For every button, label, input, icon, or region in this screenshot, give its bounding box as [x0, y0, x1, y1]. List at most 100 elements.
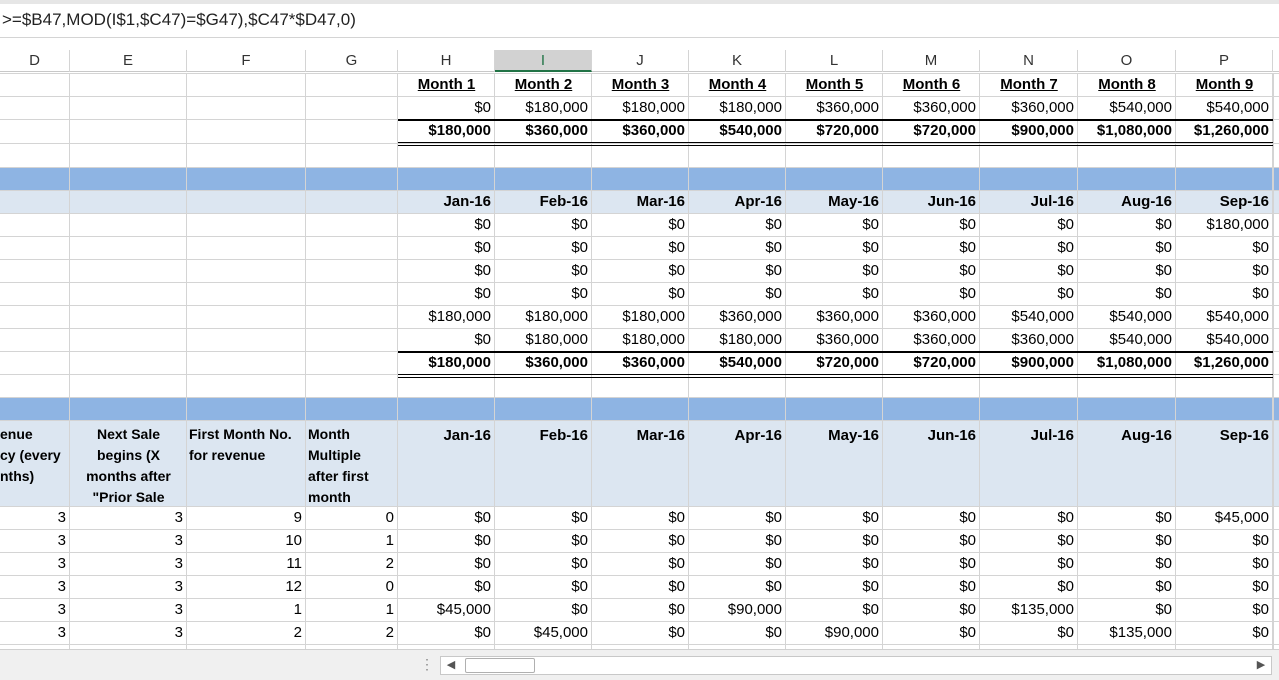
table-cell[interactable]: $0 — [592, 621, 689, 644]
table-cell[interactable]: $0 — [786, 506, 883, 529]
table-cell[interactable]: $180,000 — [495, 96, 592, 119]
table-cell[interactable]: $0 — [1176, 621, 1273, 644]
scrollbar-thumb[interactable] — [465, 658, 535, 673]
date-header[interactable]: Feb-16 — [495, 424, 592, 447]
param-cell-e[interactable]: 3 — [70, 598, 187, 621]
table-cell[interactable]: $0 — [980, 506, 1078, 529]
table-cell[interactable]: $45,000 — [398, 598, 495, 621]
table-cell[interactable]: $0 — [592, 552, 689, 575]
table-cell[interactable]: $0 — [980, 213, 1078, 236]
total-cell[interactable]: $1,260,000 — [1176, 351, 1273, 374]
table-cell[interactable]: $0 — [689, 506, 786, 529]
table-cell[interactable]: $360,000 — [786, 96, 883, 119]
param-cell-g[interactable]: 2 — [306, 621, 398, 644]
horizontal-scrollbar[interactable]: ◀ ▶ — [440, 656, 1272, 675]
date-header[interactable]: Mar-16 — [592, 424, 689, 447]
table-cell[interactable]: $180,000 — [689, 96, 786, 119]
table-cell[interactable]: $0 — [592, 529, 689, 552]
table-cell[interactable]: $0 — [980, 552, 1078, 575]
total-cell[interactable]: $720,000 — [883, 351, 980, 374]
table-cell[interactable]: $0 — [689, 236, 786, 259]
param-cell-g[interactable]: 1 — [306, 529, 398, 552]
table-cell[interactable]: $0 — [398, 529, 495, 552]
scroll-left-icon[interactable]: ◀ — [441, 657, 461, 674]
total-cell[interactable]: $540,000 — [689, 119, 786, 142]
formula-bar[interactable]: >=$B47,MOD(I$1,$C47)=$G47),$C47*$D47,0) — [0, 0, 1279, 38]
table-cell[interactable]: $0 — [883, 529, 980, 552]
table-cell[interactable]: $0 — [398, 552, 495, 575]
table-cell[interactable]: $0 — [883, 552, 980, 575]
formula-text[interactable]: >=$B47,MOD(I$1,$C47)=$G47),$C47*$D47,0) — [2, 10, 356, 29]
table-cell[interactable]: $0 — [592, 259, 689, 282]
table-cell[interactable]: $540,000 — [1176, 305, 1273, 328]
table-cell[interactable]: $0 — [495, 529, 592, 552]
total-cell[interactable]: $1,080,000 — [1078, 351, 1176, 374]
date-header[interactable]: Jun-16 — [883, 424, 980, 447]
param-cell-f[interactable]: 2 — [187, 621, 306, 644]
table-cell[interactable]: $0 — [592, 282, 689, 305]
param-cell-g[interactable]: 2 — [306, 552, 398, 575]
table-cell[interactable]: $360,000 — [786, 328, 883, 351]
total-cell[interactable]: $720,000 — [786, 351, 883, 374]
table-cell[interactable]: $0 — [495, 506, 592, 529]
table-cell[interactable]: $0 — [980, 236, 1078, 259]
table-cell[interactable]: $0 — [398, 575, 495, 598]
table-cell[interactable]: $540,000 — [1078, 96, 1176, 119]
month-header[interactable]: Month 2 — [495, 73, 592, 96]
column-header-l[interactable]: L — [786, 50, 883, 72]
param-cell-f[interactable]: 1 — [187, 598, 306, 621]
table-cell[interactable]: $0 — [786, 213, 883, 236]
table-cell[interactable]: $0 — [689, 259, 786, 282]
table-cell[interactable]: $135,000 — [980, 598, 1078, 621]
date-header[interactable]: May-16 — [786, 424, 883, 447]
table-cell[interactable]: $540,000 — [1176, 328, 1273, 351]
param-cell-d[interactable]: 3 — [0, 575, 70, 598]
table-cell[interactable]: $0 — [1078, 213, 1176, 236]
table-cell[interactable]: $180,000 — [495, 328, 592, 351]
table-cell[interactable]: $0 — [592, 598, 689, 621]
table-cell[interactable]: $0 — [495, 236, 592, 259]
table-cell[interactable]: $0 — [495, 259, 592, 282]
table-cell[interactable]: $0 — [398, 506, 495, 529]
column-header-h[interactable]: H — [398, 50, 495, 72]
table-cell[interactable]: $0 — [592, 506, 689, 529]
column-header-e[interactable]: E — [70, 50, 187, 72]
date-header[interactable]: Jul-16 — [980, 190, 1078, 213]
param-cell-d[interactable]: 3 — [0, 598, 70, 621]
param-cell-d[interactable]: 3 — [0, 506, 70, 529]
table-cell[interactable]: $180,000 — [495, 305, 592, 328]
table-cell[interactable]: $180,000 — [592, 305, 689, 328]
table-cell[interactable]: $0 — [980, 621, 1078, 644]
table-cell[interactable]: $0 — [495, 575, 592, 598]
table-cell[interactable]: $0 — [1078, 236, 1176, 259]
table-cell[interactable]: $135,000 — [1078, 621, 1176, 644]
table-cell[interactable]: $540,000 — [1078, 305, 1176, 328]
total-cell[interactable]: $180,000 — [398, 351, 495, 374]
column-header-i[interactable]: I — [495, 50, 592, 72]
param-cell-e[interactable]: 3 — [70, 575, 187, 598]
month-header[interactable]: Month 9 — [1176, 73, 1273, 96]
total-cell[interactable]: $900,000 — [980, 351, 1078, 374]
total-cell[interactable]: $900,000 — [980, 119, 1078, 142]
param-cell-f[interactable]: 12 — [187, 575, 306, 598]
param-cell-f[interactable]: 9 — [187, 506, 306, 529]
table-cell[interactable]: $0 — [1176, 259, 1273, 282]
total-cell[interactable]: $360,000 — [592, 119, 689, 142]
table-cell[interactable]: $0 — [883, 575, 980, 598]
table-cell[interactable]: $0 — [398, 328, 495, 351]
table-cell[interactable]: $0 — [1078, 282, 1176, 305]
table-cell[interactable]: $90,000 — [689, 598, 786, 621]
date-header[interactable]: Aug-16 — [1078, 424, 1176, 447]
table-cell[interactable]: $360,000 — [689, 305, 786, 328]
date-header[interactable]: Sep-16 — [1176, 190, 1273, 213]
column-header-n[interactable]: N — [980, 50, 1078, 72]
total-cell[interactable]: $720,000 — [786, 119, 883, 142]
param-cell-d[interactable]: 3 — [0, 552, 70, 575]
table-cell[interactable]: $0 — [689, 282, 786, 305]
column-header-d[interactable]: D — [0, 50, 70, 72]
table-cell[interactable]: $360,000 — [980, 328, 1078, 351]
date-header[interactable]: Aug-16 — [1078, 190, 1176, 213]
month-header[interactable]: Month 5 — [786, 73, 883, 96]
month-header[interactable]: Month 6 — [883, 73, 980, 96]
table-cell[interactable]: $360,000 — [883, 96, 980, 119]
